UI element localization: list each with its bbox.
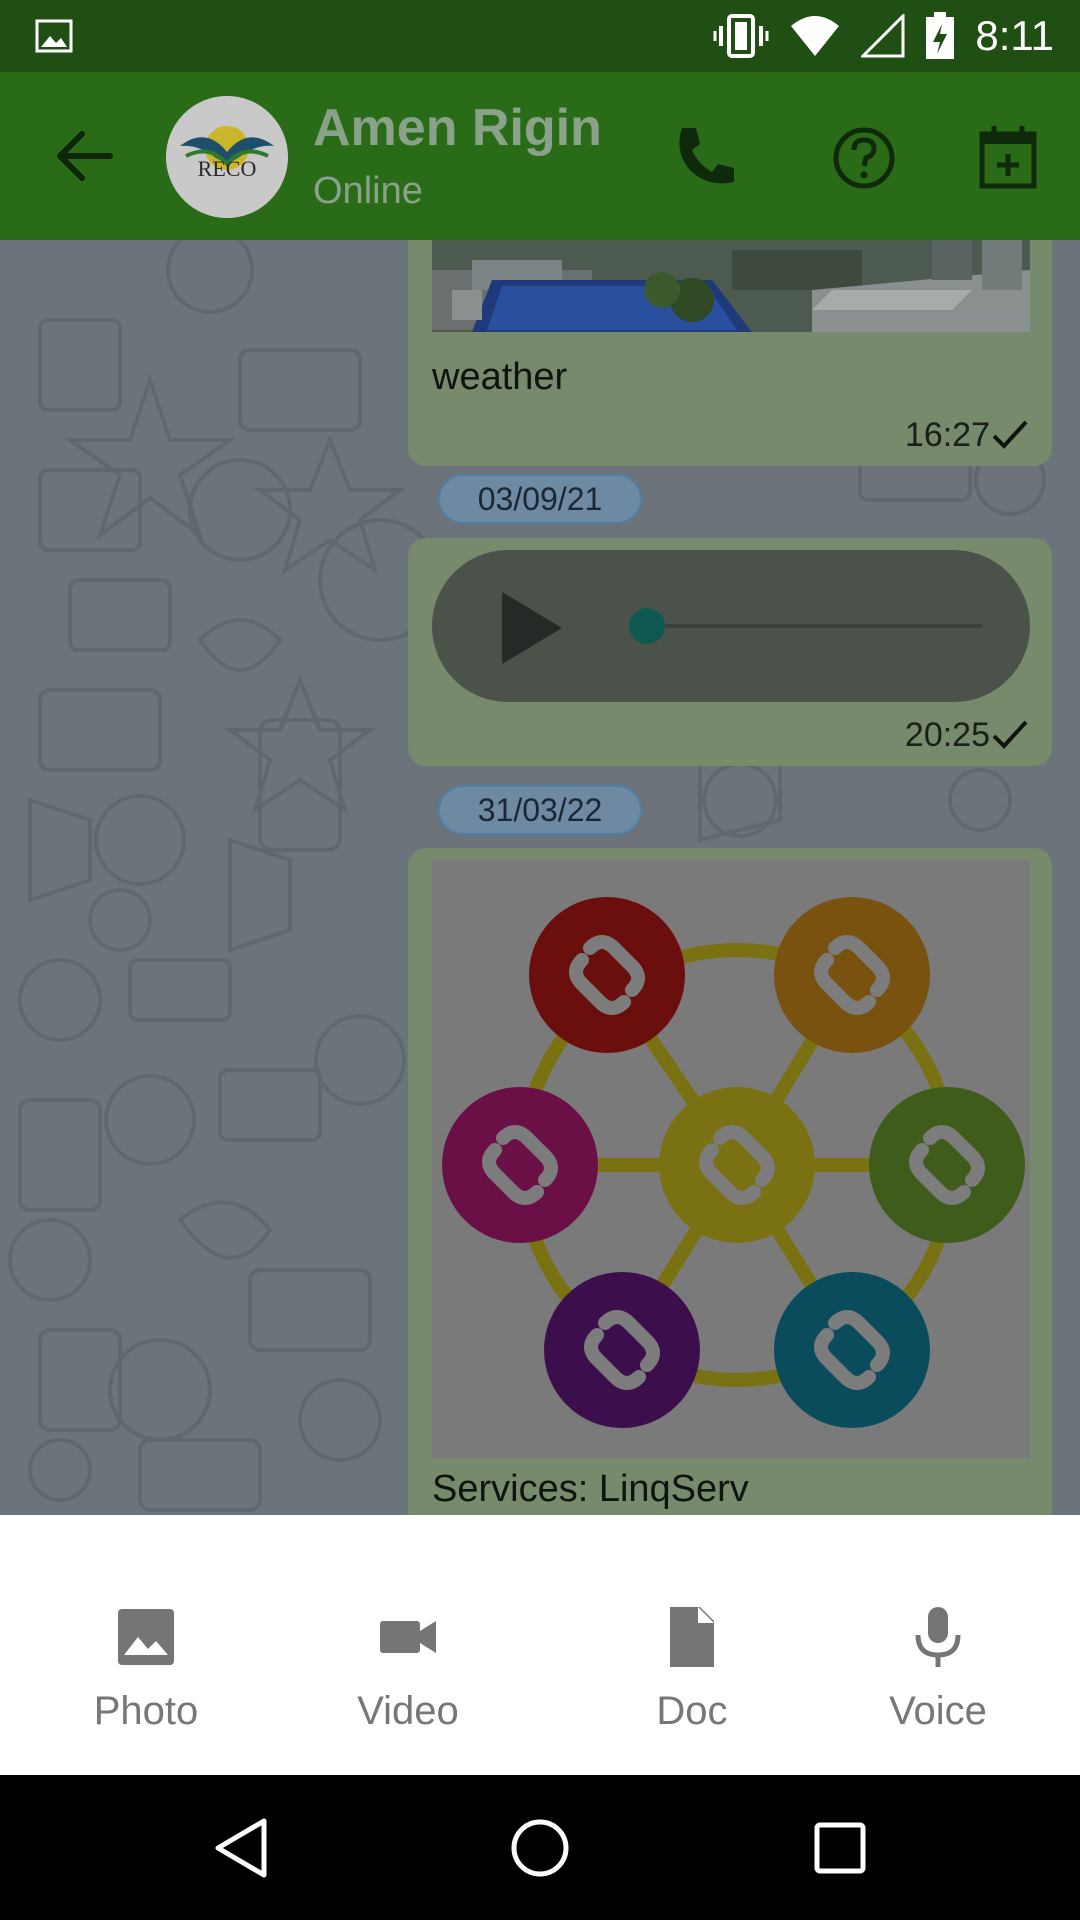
message-bubble-image[interactable]: weather 16:27 bbox=[408, 240, 1052, 466]
message-bubble-image[interactable]: Services: LinqServ bbox=[408, 848, 1052, 1515]
attach-voice-button[interactable]: Voice bbox=[838, 1605, 1038, 1734]
date-separator: 03/09/21 bbox=[438, 474, 642, 524]
audio-progress-thumb[interactable] bbox=[629, 608, 665, 644]
navigation-bar bbox=[0, 1775, 1080, 1920]
attach-voice-label: Voice bbox=[889, 1689, 987, 1733]
image-icon bbox=[35, 19, 73, 53]
video-icon bbox=[380, 1621, 436, 1653]
help-icon[interactable] bbox=[826, 120, 902, 196]
attach-photo-label: Photo bbox=[93, 1689, 199, 1733]
sent-check-icon bbox=[992, 420, 1028, 449]
attach-photo-button[interactable]: Photo bbox=[46, 1605, 246, 1734]
chat-messages[interactable]: weather 16:27 03/09/21 20:25 31/03/22 Se… bbox=[0, 240, 1080, 1515]
message-caption: Services: LinqServ bbox=[432, 1468, 749, 1510]
avatar[interactable]: RECO bbox=[166, 96, 288, 218]
attach-video-label: Video bbox=[357, 1689, 459, 1733]
home-icon[interactable] bbox=[505, 1813, 575, 1883]
attach-doc-label: Doc bbox=[656, 1689, 728, 1733]
back-arrow-icon[interactable] bbox=[52, 122, 120, 190]
message-caption: weather bbox=[432, 356, 568, 398]
mic-icon bbox=[915, 1607, 961, 1667]
date-separator: 31/03/22 bbox=[438, 785, 642, 835]
attach-video-button[interactable]: Video bbox=[308, 1605, 508, 1734]
sent-check-icon bbox=[992, 720, 1028, 749]
contact-status: Online bbox=[313, 170, 423, 212]
phone-icon[interactable] bbox=[668, 120, 744, 196]
signal-icon bbox=[861, 14, 905, 58]
attachment-sheet: Photo Video Doc Voice bbox=[0, 1515, 1080, 1775]
photo-icon bbox=[118, 1609, 174, 1665]
message-bubble-audio[interactable]: 20:25 bbox=[408, 538, 1052, 766]
vibrate-icon bbox=[713, 14, 769, 58]
attach-doc-button[interactable]: Doc bbox=[592, 1605, 792, 1734]
status-bar: 8:11 bbox=[0, 0, 1080, 72]
audio-progress-track[interactable] bbox=[632, 624, 982, 628]
weather-photo[interactable] bbox=[432, 240, 1030, 332]
doc-icon bbox=[670, 1607, 714, 1667]
message-time: 16:27 bbox=[904, 416, 990, 454]
status-time: 8:11 bbox=[975, 12, 1054, 59]
svg-text:RECO: RECO bbox=[198, 156, 257, 181]
recents-icon[interactable] bbox=[805, 1813, 875, 1883]
back-icon[interactable] bbox=[206, 1813, 276, 1883]
audio-player bbox=[432, 550, 1030, 702]
reco-logo: RECO bbox=[166, 96, 288, 218]
calendar-add-icon[interactable] bbox=[970, 120, 1046, 196]
contact-name[interactable]: Amen Rigin bbox=[313, 98, 602, 158]
chat-header: RECO Amen Rigin Online bbox=[0, 72, 1080, 240]
wifi-icon bbox=[791, 16, 840, 56]
linqserv-image[interactable] bbox=[432, 860, 1030, 1458]
message-time: 20:25 bbox=[904, 716, 990, 754]
play-icon[interactable] bbox=[492, 588, 572, 668]
battery-charging-icon bbox=[926, 12, 955, 59]
